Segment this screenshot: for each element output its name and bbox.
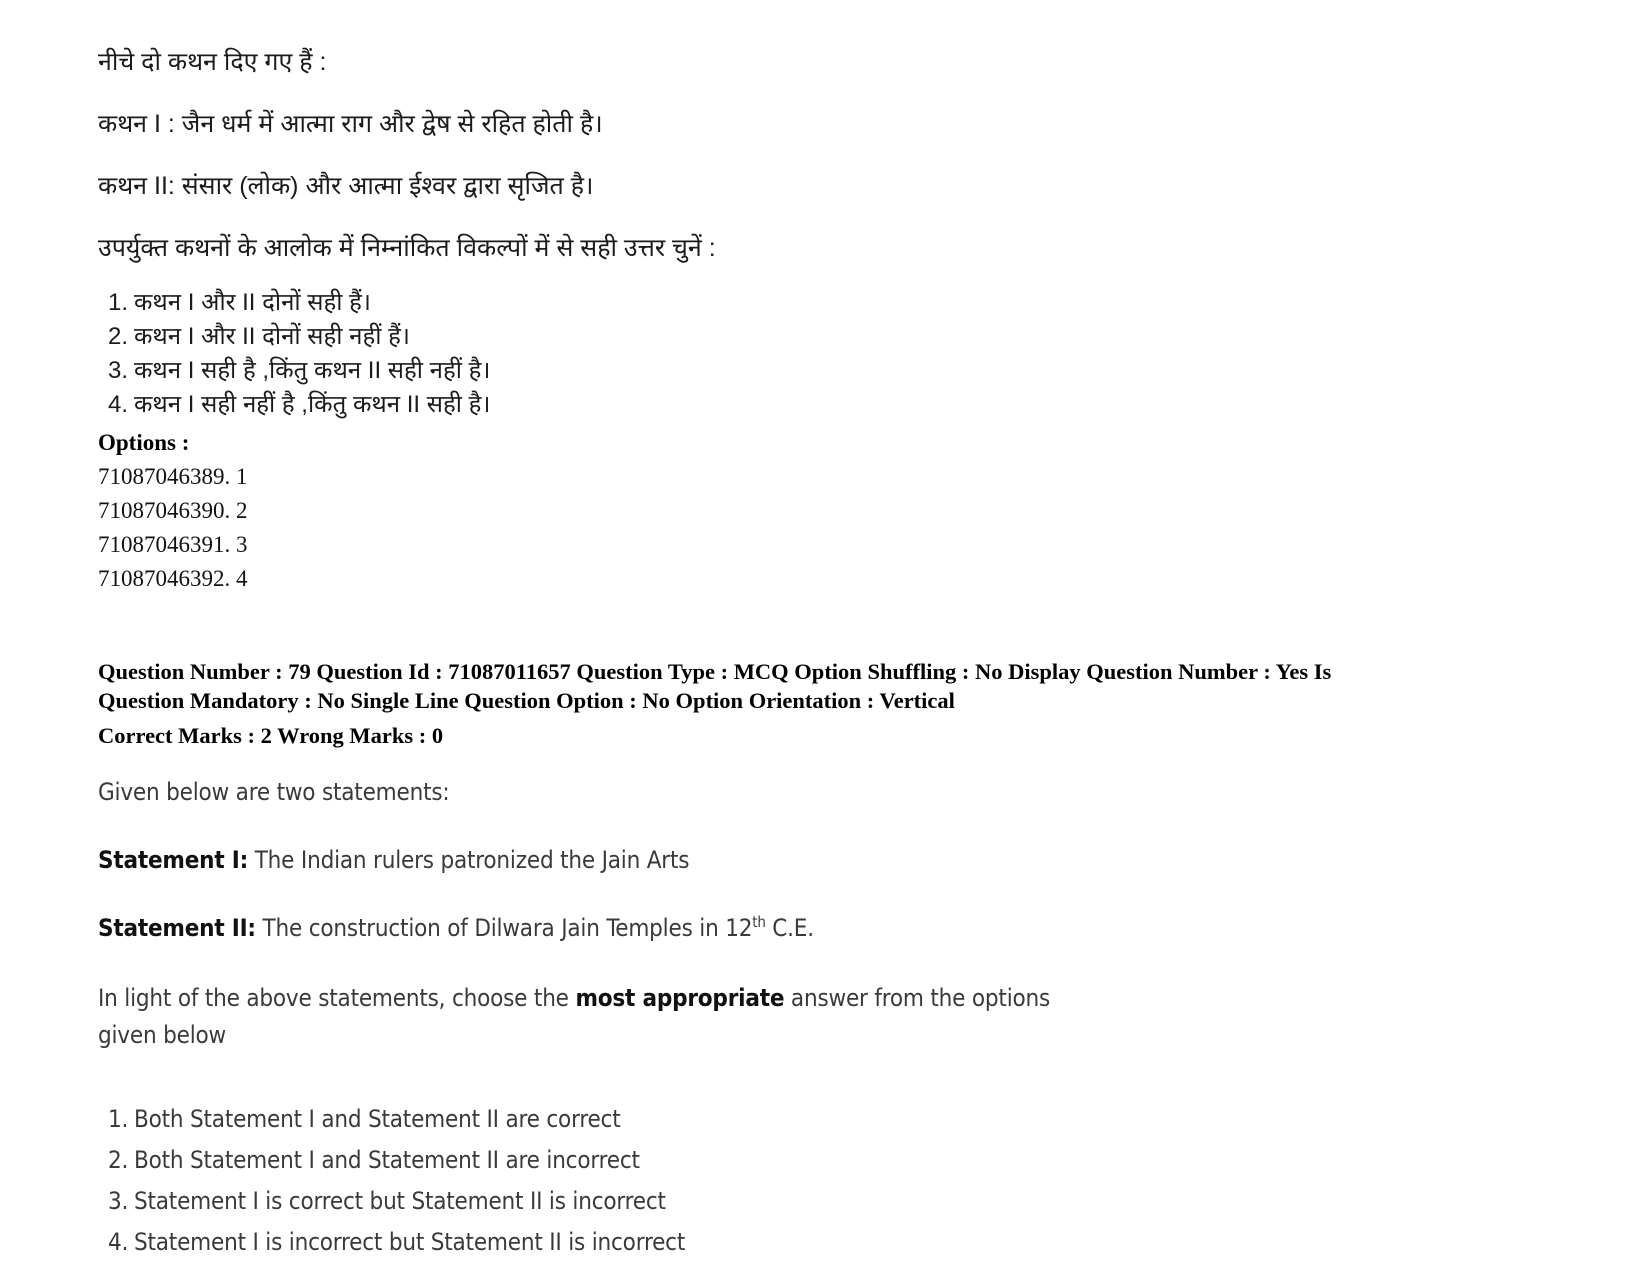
hindi-choice-number: 2.: [108, 323, 129, 351]
option-id-list: 71087046389. 1 71087046390. 2 7108704639…: [98, 460, 1590, 595]
hindi-choice-list: 1. कथन I और II दोनों सही हैं। 2. कथन I और …: [98, 286, 1590, 422]
option-id-item: 71087046392. 4: [98, 565, 248, 591]
list-item[interactable]: 1. कथन I और II दोनों सही हैं।: [108, 286, 1590, 320]
english-intro-text: Given below are two statements:: [98, 777, 450, 806]
metadata-line-1: Question Number : 79 Question Id : 71087…: [98, 658, 1332, 684]
english-choice-number: 1.: [108, 1104, 129, 1133]
hindi-choice-label: कथन I और II दोनों सही हैं।: [134, 289, 371, 316]
hindi-prompt-text: उपर्युक्त कथनों के आलोक में निम्नांकित व…: [98, 234, 716, 262]
list-item[interactable]: 4. Statement I is incorrect but Statement…: [108, 1222, 1590, 1263]
options-heading: Options :: [98, 430, 190, 456]
hindi-lead-text: नीचे दो कथन दिए गए हैं :: [98, 48, 327, 76]
english-choice-label: Both Statement I and Statement II are in…: [134, 1145, 640, 1174]
english-statement-1-text: The Indian rulers patronized the Jain Ar…: [248, 845, 690, 874]
english-statement-1: Statement I: The Indian rulers patronize…: [98, 844, 1590, 876]
english-question-block: Given below are two statements: Statemen…: [98, 776, 1590, 1264]
hindi-choice-label: कथन I सही नहीं है ,किंतु कथन II सही है।: [134, 391, 491, 419]
english-choice-label: Both Statement I and Statement II are co…: [134, 1104, 621, 1133]
hindi-choice-label: कथन I सही है ,किंतु कथन II सही नहीं है।: [134, 357, 491, 385]
english-choose-instruction: In light of the above statements, choose…: [98, 980, 1098, 1054]
english-choice-number: 4.: [108, 1228, 129, 1257]
list-item[interactable]: 3. Statement I is correct but Statement I…: [108, 1181, 1590, 1222]
hindi-choice-label: कथन I और II दोनों सही नहीं हैं।: [134, 323, 410, 351]
metadata-line-2: Question Mandatory : No Single Line Ques…: [98, 687, 955, 713]
english-choice-label: Statement I is incorrect but Statement I…: [134, 1228, 686, 1257]
english-statement-2: Statement II: The construction of Dilwar…: [98, 912, 1590, 944]
option-id-item: 71087046391. 3: [98, 531, 248, 557]
hindi-statement-1: कथन I : जैन धर्म में आत्मा राग और द्वेष …: [98, 110, 603, 138]
list-item[interactable]: 2. Both Statement I and Statement II are …: [108, 1140, 1590, 1181]
english-choice-list: 1. Both Statement I and Statement II are …: [98, 1099, 1590, 1264]
hindi-question-block: नीचे दो कथन दिए गए हैं : कथन I : जैन धर्…: [98, 46, 1590, 422]
choose-text-before: In light of the above statements, choose…: [98, 984, 576, 1013]
english-choice-number: 3.: [108, 1187, 129, 1216]
hindi-choice-number: 1.: [108, 289, 129, 316]
english-statement-2-text-end: C.E.: [765, 914, 814, 943]
list-item[interactable]: 3. कथन I सही है ,किंतु कथन II सही नहीं है…: [108, 354, 1590, 388]
hindi-choice-number: 3.: [108, 357, 129, 385]
english-statement-2-superscript: th: [752, 913, 766, 932]
question-page: नीचे दो कथन दिए गए हैं : कथन I : जैन धर्…: [0, 0, 1650, 1275]
option-id-item: 71087046390. 2: [98, 498, 248, 524]
list-item[interactable]: 1. Both Statement I and Statement II are …: [108, 1099, 1590, 1140]
english-choice-number: 2.: [108, 1145, 129, 1174]
english-choice-label: Statement I is correct but Statement II …: [134, 1187, 666, 1216]
question-metadata-block: Question Number : 79 Question Id : 71087…: [98, 658, 1518, 750]
english-statement-2-label: Statement II:: [98, 914, 256, 943]
english-statement-2-text: The construction of Dilwara Jain Temples…: [255, 914, 753, 943]
metadata-marks-line: Correct Marks : 2 Wrong Marks : 0: [98, 723, 444, 749]
english-statement-1-label: Statement I:: [98, 845, 249, 874]
choose-text-emphasis: most appropriate: [575, 984, 785, 1013]
hindi-choice-number: 4.: [108, 391, 129, 419]
list-item[interactable]: 4. कथन I सही नहीं है ,किंतु कथन II सही है…: [108, 388, 1590, 422]
option-id-item: 71087046389. 1: [98, 464, 248, 490]
hindi-statement-2: कथन II: संसार (लोक) और आत्मा ईश्वर द्वार…: [98, 172, 594, 200]
list-item[interactable]: 2. कथन I और II दोनों सही नहीं हैं।: [108, 320, 1590, 354]
